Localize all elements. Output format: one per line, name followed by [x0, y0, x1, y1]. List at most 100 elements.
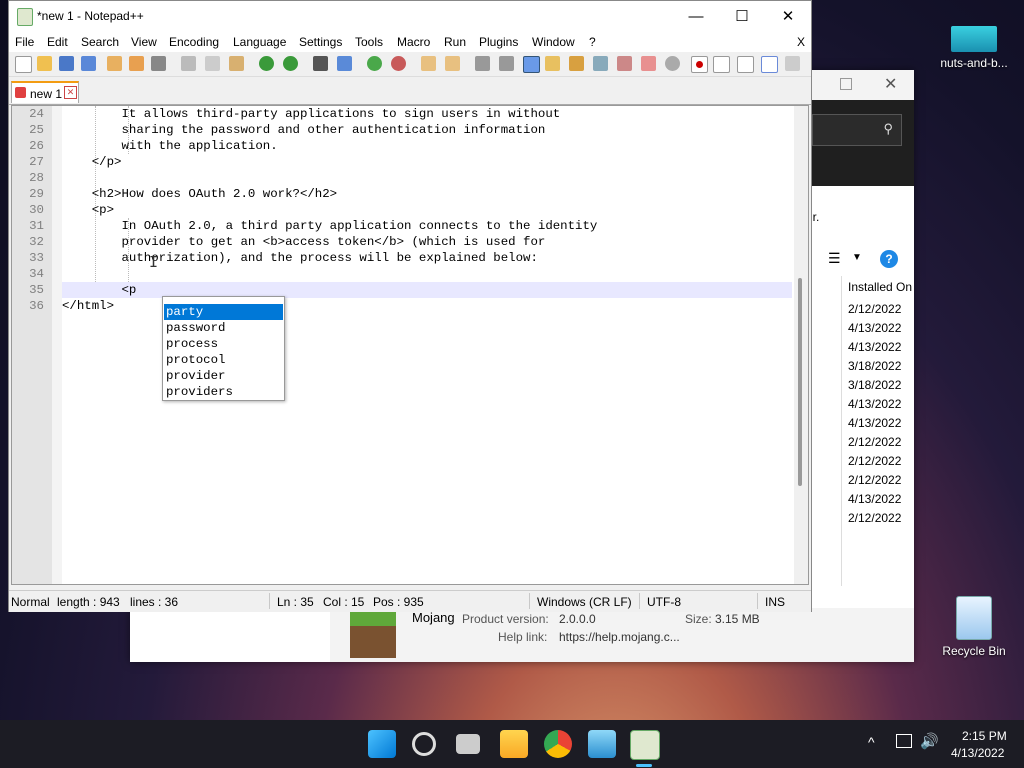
file-explorer-icon[interactable] — [500, 730, 528, 758]
publisher-name: Mojang — [412, 610, 455, 625]
product-version-value: 2.0.0.0 — [559, 612, 596, 626]
line-number: 36 — [29, 299, 44, 313]
code-line: provider to get an <b>access token</b> (… — [62, 235, 546, 249]
show-hidden-icons-chevron-icon[interactable]: ^ — [868, 734, 875, 750]
code-editor[interactable]: 24 It allows third-party applications to… — [11, 105, 809, 585]
maximize-button[interactable]: ☐ — [719, 1, 765, 32]
line-number: 24 — [29, 107, 44, 121]
menu-run[interactable]: Run — [444, 35, 466, 49]
menu-search[interactable]: Search — [81, 35, 119, 49]
menu-view[interactable]: View — [131, 35, 157, 49]
toolbar — [9, 52, 811, 77]
menu-language[interactable]: Language — [233, 35, 286, 49]
status-encoding[interactable]: UTF-8 — [647, 595, 681, 609]
menu-bar: File Edit Search View Encoding Language … — [9, 32, 811, 52]
undo-icon[interactable] — [259, 56, 274, 71]
redo-icon[interactable] — [283, 56, 298, 71]
chrome-icon[interactable] — [544, 730, 572, 758]
tab-close-icon[interactable]: ✕ — [64, 86, 77, 99]
vertical-scrollbar[interactable] — [794, 106, 808, 584]
show-all-characters-icon[interactable] — [499, 56, 514, 71]
document-map-icon[interactable] — [569, 56, 584, 71]
document-list-icon[interactable] — [593, 56, 608, 71]
zoom-out-icon[interactable] — [391, 56, 406, 71]
autocomplete-item[interactable]: providers — [164, 384, 283, 400]
save-macro-icon[interactable] — [785, 56, 800, 71]
record-macro-icon[interactable] — [691, 56, 708, 73]
print-icon[interactable] — [151, 56, 166, 71]
folder-as-workspace-icon[interactable] — [641, 56, 656, 71]
sync-scroll-horizontal-icon[interactable] — [445, 56, 460, 71]
menu-help[interactable]: ? — [589, 35, 596, 49]
paste-icon[interactable] — [229, 56, 244, 71]
menu-plugins[interactable]: Plugins — [479, 35, 518, 49]
word-wrap-icon[interactable] — [475, 56, 490, 71]
status-eol[interactable]: Windows (CR LF) — [537, 595, 632, 609]
function-list-icon[interactable] — [617, 56, 632, 71]
indent-guide-icon[interactable] — [523, 56, 540, 73]
sync-scroll-vertical-icon[interactable] — [421, 56, 436, 71]
open-file-icon[interactable] — [37, 56, 52, 71]
search-box[interactable]: ⚲ — [812, 114, 902, 146]
close-all-icon[interactable] — [129, 56, 144, 71]
cut-icon[interactable] — [181, 56, 196, 71]
menu-window[interactable]: Window — [532, 35, 575, 49]
view-list-icon[interactable]: ☰ — [828, 250, 841, 267]
recycle-bin-icon — [956, 596, 992, 640]
play-macro-icon[interactable] — [737, 56, 754, 73]
find-icon[interactable] — [313, 56, 328, 71]
code-line: <p — [62, 283, 137, 297]
menu-encoding[interactable]: Encoding — [169, 35, 219, 49]
notepad-plus-plus-window[interactable]: *new 1 - Notepad++ — ☐ ✕ File Edit Searc… — [8, 0, 812, 612]
close-document-x[interactable]: X — [797, 35, 805, 49]
user-defined-language-icon[interactable] — [545, 56, 560, 71]
zoom-in-icon[interactable] — [367, 56, 382, 71]
close-file-icon[interactable] — [107, 56, 122, 71]
network-icon[interactable] — [896, 734, 912, 748]
desktop-icon-recycle-bin[interactable]: Recycle Bin — [934, 596, 1014, 658]
save-all-icon[interactable] — [81, 56, 96, 71]
replace-icon[interactable] — [337, 56, 352, 71]
autocomplete-item[interactable]: party — [164, 304, 283, 320]
clock-time[interactable]: 2:15 PM — [962, 729, 1007, 743]
desktop-icon-nuts-and-bolts[interactable]: nuts-and-b... — [934, 26, 1014, 70]
status-mode: Normal — [11, 595, 50, 609]
run-macro-multiple-icon[interactable] — [761, 56, 778, 73]
copy-icon[interactable] — [205, 56, 220, 71]
scrollbar-thumb[interactable] — [798, 278, 802, 486]
stop-macro-icon[interactable] — [713, 56, 730, 73]
minimize-button[interactable]: — — [673, 1, 719, 32]
autocomplete-list[interactable]: party password process protocol provider… — [162, 296, 285, 401]
maximize-icon[interactable] — [840, 78, 852, 90]
control-panel-icon[interactable] — [588, 730, 616, 758]
autocomplete-item[interactable]: protocol — [164, 352, 283, 368]
autocomplete-item[interactable]: password — [164, 320, 283, 336]
column-header-installed-on[interactable]: Installed On — [848, 280, 912, 294]
clock-date[interactable]: 4/13/2022 — [951, 746, 1004, 760]
menu-settings[interactable]: Settings — [299, 35, 342, 49]
titlebar[interactable]: *new 1 - Notepad++ — ☐ ✕ — [9, 1, 811, 32]
help-link[interactable]: https://help.mojang.c... — [559, 630, 680, 644]
tab-new-1[interactable]: new 1 ✕ — [11, 81, 79, 103]
close-icon[interactable]: ✕ — [884, 74, 897, 94]
dropdown-chevron-icon[interactable]: ▼ — [852, 252, 862, 263]
search-icon[interactable] — [412, 732, 436, 756]
save-icon[interactable] — [59, 56, 74, 71]
close-button[interactable]: ✕ — [765, 1, 811, 32]
new-file-icon[interactable] — [15, 56, 32, 73]
autocomplete-item[interactable]: provider — [164, 368, 283, 384]
autocomplete-item[interactable]: process — [164, 336, 283, 352]
menu-edit[interactable]: Edit — [47, 35, 68, 49]
table-row: 2/12/2022 — [848, 511, 902, 525]
menu-file[interactable]: File — [15, 35, 34, 49]
code-line: </p> — [62, 155, 122, 169]
start-button-windows-icon[interactable] — [368, 730, 396, 758]
task-view-icon[interactable] — [456, 734, 480, 754]
notepad-plus-plus-taskbar-icon[interactable] — [630, 730, 660, 760]
volume-icon[interactable]: 🔊 — [920, 732, 939, 750]
menu-tools[interactable]: Tools — [355, 35, 383, 49]
help-icon[interactable]: ? — [880, 250, 898, 268]
monitoring-icon[interactable] — [665, 56, 680, 71]
menu-macro[interactable]: Macro — [397, 35, 430, 49]
size-value: 3.15 MB — [715, 612, 760, 626]
